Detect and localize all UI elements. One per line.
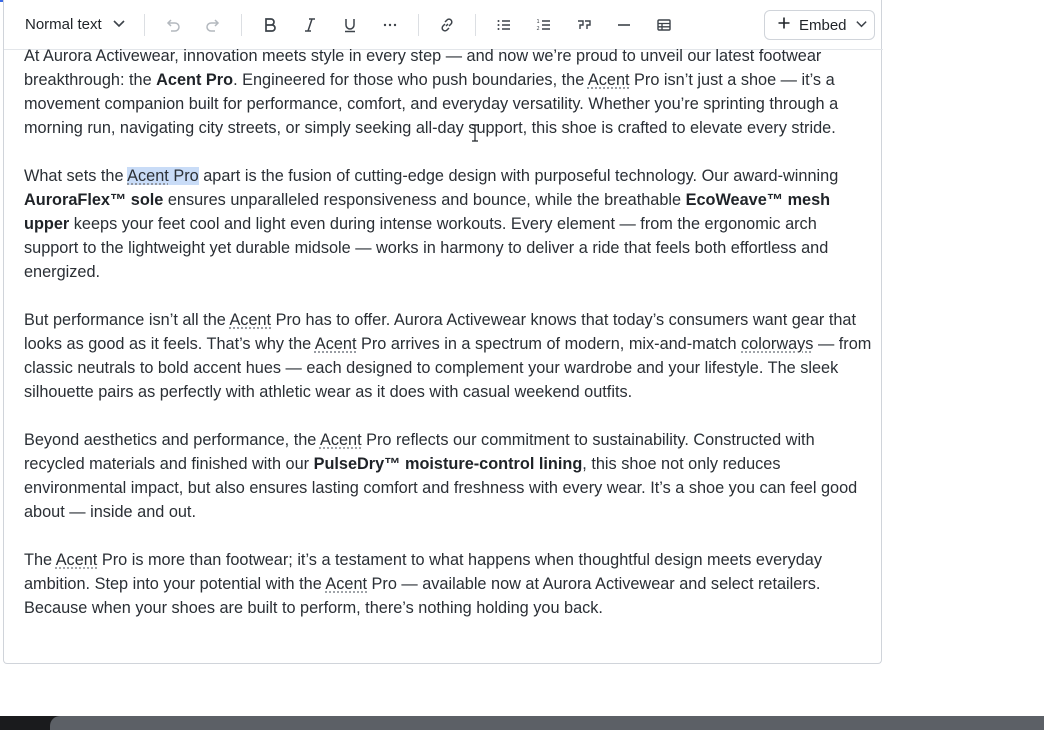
italic-icon (304, 17, 315, 32)
link-icon (441, 17, 453, 32)
undo-button[interactable] (157, 9, 189, 41)
quote-icon (577, 19, 591, 29)
text-run: keeps your feet cool and light even duri… (24, 215, 829, 281)
svg-text:1: 1 (536, 19, 539, 25)
paragraph-4[interactable]: Beyond aesthetics and performance, the A… (24, 428, 874, 524)
spellcheck-word: Acent (55, 551, 98, 569)
text-run: . Engineered for those who push boundari… (233, 71, 588, 89)
toolbar-divider (143, 13, 145, 36)
toolbar-divider (474, 13, 476, 36)
text-run: The (24, 551, 56, 569)
table-icon (656, 18, 671, 31)
embed-button[interactable]: Embed (764, 10, 875, 40)
svg-text:2: 2 (536, 26, 539, 32)
editor-toolbar: Normal text 1 2 Embed (4, 0, 883, 50)
spellcheck-word: Acent (229, 311, 272, 329)
bullet-list-icon (497, 19, 510, 30)
more-icon (383, 23, 396, 26)
bullet-list-button[interactable] (488, 9, 520, 41)
text-cursor-icon (472, 124, 478, 142)
paragraph-3[interactable]: But performance isn’t all the Acent Pro … (24, 308, 874, 404)
numbered-list-icon: 12 (536, 19, 550, 32)
paragraph-2[interactable]: What sets the Acent Pro apart is the fus… (24, 164, 874, 284)
blockquote-button[interactable] (568, 9, 600, 41)
chevron-down-icon (112, 16, 126, 34)
text-selection: Acent Pro (127, 167, 199, 185)
toolbar-divider (240, 13, 242, 36)
paragraph-5[interactable]: The Acent Pro is more than footwear; it’… (24, 548, 874, 620)
spellcheck-word: Acent (319, 431, 362, 449)
bold-text: PulseDry™ moisture-control lining (313, 455, 583, 473)
embed-label: Embed (799, 16, 847, 34)
divider-button[interactable] (608, 9, 640, 41)
underline-button[interactable] (334, 9, 366, 41)
spellcheck-word: Acent (325, 575, 368, 593)
bold-icon (264, 17, 276, 32)
redo-button[interactable] (197, 9, 229, 41)
editor-content[interactable]: At Aurora Activewear, innovation meets s… (24, 44, 874, 644)
spellcheck-word: Acent (587, 71, 630, 89)
block-format-label: Normal text (25, 16, 102, 33)
spellcheck-word: colorways (741, 335, 814, 353)
paragraph-1[interactable]: At Aurora Activewear, innovation meets s… (24, 44, 874, 140)
os-taskbar-window[interactable] (50, 716, 1044, 730)
text-run: Beyond aesthetics and performance, the (24, 431, 320, 449)
table-button[interactable] (648, 9, 680, 41)
plus-icon (777, 16, 791, 34)
rich-text-editor: Normal text 1 2 Embed At Aurora Activewe… (3, 0, 883, 664)
more-options-button[interactable] (374, 9, 406, 41)
toolbar-divider (417, 13, 419, 36)
text-run: apart is the fusion of cutting-edge desi… (198, 167, 839, 185)
text-run: ensures unparalleled responsiveness and … (163, 191, 686, 209)
underline-icon (344, 18, 355, 32)
spellcheck-word: Acent (314, 335, 357, 353)
block-format-dropdown[interactable]: Normal text (25, 16, 126, 34)
selected-text: Pro (168, 167, 199, 185)
text-run: But performance isn’t all the (24, 311, 230, 329)
italic-button[interactable] (294, 9, 326, 41)
divider-icon (617, 23, 630, 26)
undo-icon (166, 18, 180, 32)
bold-text: Acent Pro (156, 71, 234, 89)
chevron-down-icon (855, 17, 868, 34)
redo-icon (205, 18, 219, 32)
text-run: What sets the (24, 167, 128, 185)
spellcheck-word: Acent (127, 167, 169, 185)
bold-button[interactable] (254, 9, 286, 41)
numbered-list-button[interactable]: 12 (528, 9, 560, 41)
bold-text: AuroraFlex™ sole (24, 191, 164, 209)
link-button[interactable] (431, 9, 463, 41)
text-run: Pro arrives in a spectrum of modern, mix… (356, 335, 742, 353)
